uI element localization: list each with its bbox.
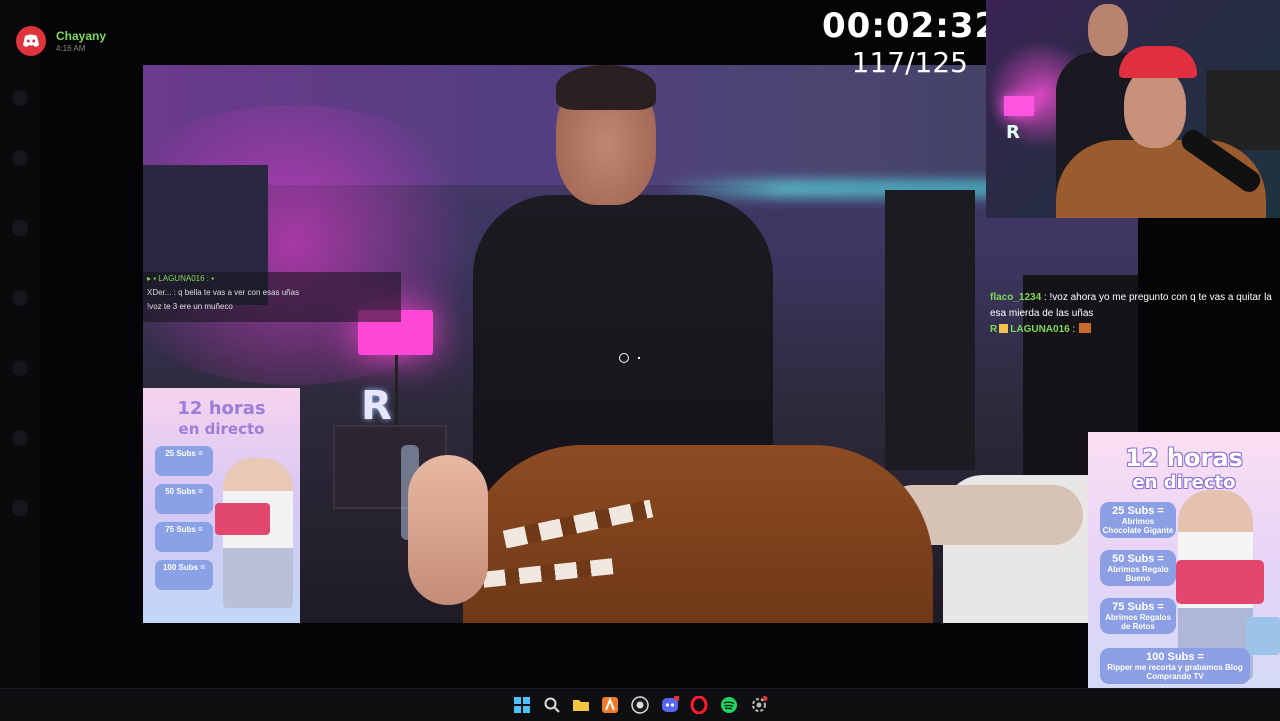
goal-subs: 100 Subs = — [1146, 651, 1204, 663]
goal-card: 100 Subs = Ripper me recorta y grabamos … — [1100, 648, 1250, 684]
taskbar — [0, 688, 1280, 721]
crown-badge-icon — [999, 324, 1009, 333]
person-head — [1088, 4, 1128, 56]
settings-icon[interactable] — [750, 696, 768, 714]
goal-subs: 75 Subs = — [1112, 601, 1164, 613]
goal-subs: 25 Subs = — [165, 449, 203, 458]
chat-text: : — [1072, 324, 1076, 335]
emote-icon — [1079, 323, 1092, 333]
poster-subtitle: en directo — [1132, 472, 1236, 493]
video-poster-goal: 25 Subs = — [155, 446, 213, 476]
webcam-feed: R — [986, 0, 1280, 218]
discord-icon — [16, 26, 46, 56]
windows-start-icon[interactable] — [513, 696, 531, 714]
cursor-dot — [638, 357, 640, 359]
gift-icon — [215, 503, 270, 535]
goal-desc: Abrimos Regalo Bueno — [1107, 565, 1169, 583]
server-icon — [12, 290, 28, 306]
discord-notification[interactable]: Chayany 4:16 AM — [16, 26, 236, 58]
gift-icon — [1176, 560, 1264, 604]
goal-subs: 100 Subs = — [162, 563, 206, 572]
goal-subs: 50 Subs = — [1112, 553, 1164, 565]
chat-overlay: flaco_1234 : !voz ahora yo me pregunto c… — [990, 290, 1280, 338]
video-poster-title: 12 horas — [177, 398, 266, 419]
red-cap — [1119, 46, 1197, 78]
server-icon — [12, 90, 28, 106]
goal-card: 50 Subs = Abrimos Regalo Bueno — [1100, 550, 1176, 586]
goal-subs: 25 Subs = — [1112, 505, 1164, 517]
speaker — [885, 190, 975, 470]
video-poster-goal: 100 Subs = — [155, 560, 213, 590]
goal-desc: Abrimos Regalos de Retos — [1105, 613, 1171, 631]
chat-username: LAGUNA016 — [1010, 324, 1070, 335]
goal-card: 25 Subs = Abrimos Chocolate Gigante — [1100, 502, 1176, 538]
goal-desc: Abrimos Chocolate Gigante — [1102, 517, 1174, 535]
goal-subs: 50 Subs = — [165, 487, 203, 496]
ghost-chat-line: ▸ ▪ LAGUNA016 : ▪ — [147, 274, 215, 283]
opera-icon[interactable] — [690, 695, 708, 715]
video-poster-goal: 50 Subs = — [155, 484, 213, 514]
poster-title: 12 horas — [1125, 444, 1243, 472]
goal-subs: 75 Subs = — [165, 525, 203, 534]
notification-sender: Chayany — [56, 29, 107, 43]
tv-icon — [1246, 617, 1280, 655]
r-logo-icon: R — [1006, 122, 1020, 143]
sub-counter: 117/125 — [851, 46, 968, 79]
notification-time: 4:16 AM — [56, 44, 86, 53]
spotify-icon[interactable] — [720, 696, 738, 714]
search-icon[interactable] — [543, 696, 561, 714]
r-logo-icon: R — [361, 383, 392, 429]
video-poster-subtitle: en directo — [178, 420, 265, 438]
camera-rig — [1206, 70, 1280, 150]
server-icon — [12, 360, 28, 376]
chat-username: flaco_1234 — [990, 292, 1042, 303]
video-poster: 12 horas en directo 25 Subs = 50 Subs = … — [143, 388, 300, 623]
background-sidebar — [0, 0, 40, 688]
lamp — [1004, 96, 1034, 116]
subs-goals-poster: 12 horas en directo 25 Subs = Abrimos Ch… — [1088, 432, 1280, 720]
goal-card: 75 Subs = Abrimos Regalos de Retos — [1100, 598, 1176, 634]
chat-message: R LAGUNA016 : — [990, 322, 1280, 338]
file-explorer-icon[interactable] — [572, 696, 590, 714]
video-chat-ghost: ▸ ▪ LAGUNA016 : ▪ XDer... : q bella te v… — [143, 272, 401, 322]
streamer-head — [1124, 68, 1186, 148]
mouse-cursor-icon — [619, 353, 629, 363]
goal-desc: Ripper me recorta y grabamos Blog Compra… — [1107, 663, 1243, 681]
server-icon — [12, 500, 28, 516]
obs-icon[interactable] — [631, 696, 649, 714]
video-poster-goal: 75 Subs = — [155, 522, 213, 552]
ghost-chat-line: !voz te 3 ere un muñeco — [147, 302, 233, 311]
server-icon — [12, 220, 28, 236]
feet — [408, 455, 488, 605]
chat-message: flaco_1234 : !voz ahora yo me pregunto c… — [990, 290, 1280, 322]
server-icon — [12, 150, 28, 166]
server-icon — [12, 430, 28, 446]
lamp-pole — [395, 355, 398, 435]
stream-timer: 00:02:32 — [822, 6, 1000, 46]
person-hair — [556, 65, 656, 110]
app-icon[interactable] — [601, 696, 619, 714]
ghost-chat-line: XDer... : q bella te vas a ver con esas … — [147, 288, 300, 297]
discord-icon[interactable] — [661, 695, 680, 714]
r-badge-icon: R — [990, 324, 998, 335]
